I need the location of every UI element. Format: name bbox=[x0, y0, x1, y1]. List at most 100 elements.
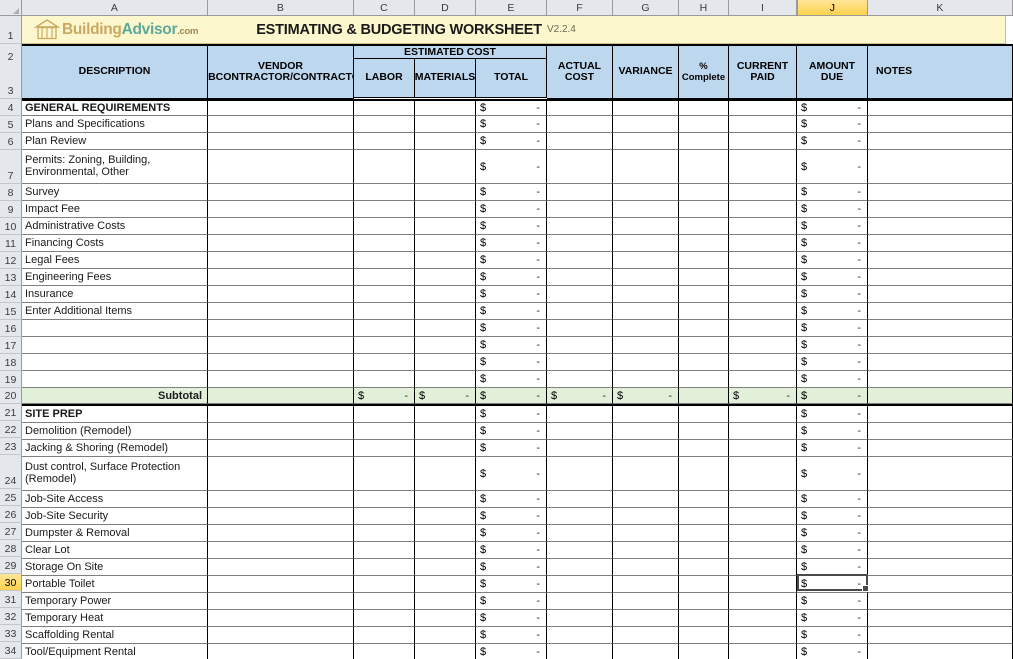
cell-j-amount[interactable]: $- bbox=[797, 457, 868, 491]
header-notes[interactable]: NOTES bbox=[868, 44, 1013, 99]
header-vendor[interactable]: VENDOR SUBCONTRACTOR/CONTRACTOR bbox=[208, 44, 354, 99]
cell-c[interactable] bbox=[354, 491, 415, 508]
cell-h[interactable] bbox=[679, 440, 729, 457]
cell-f[interactable] bbox=[547, 406, 613, 423]
cell-g[interactable] bbox=[613, 440, 679, 457]
cell-e-amount[interactable]: $- bbox=[476, 457, 547, 491]
cell-f[interactable] bbox=[547, 440, 613, 457]
cell-f[interactable] bbox=[547, 354, 613, 371]
cell-f[interactable] bbox=[547, 542, 613, 559]
header-amount-due[interactable]: AMOUNT DUE bbox=[797, 44, 868, 99]
cell-j-amount[interactable]: $- bbox=[797, 406, 868, 423]
cell-f[interactable] bbox=[547, 303, 613, 320]
cell-g-amount[interactable]: $- bbox=[613, 388, 679, 404]
cell-d[interactable] bbox=[415, 218, 476, 235]
cell-b[interactable] bbox=[208, 184, 354, 201]
row-header-21[interactable]: 21 bbox=[0, 404, 22, 421]
cell-i[interactable] bbox=[729, 354, 797, 371]
row-description[interactable]: Dumpster & Removal bbox=[22, 525, 208, 542]
cell-d-amount[interactable]: $- bbox=[415, 388, 476, 404]
row-header-14[interactable]: 14 bbox=[0, 286, 22, 303]
cell-h[interactable] bbox=[679, 610, 729, 627]
cell-i[interactable] bbox=[729, 457, 797, 491]
row-description[interactable] bbox=[22, 337, 208, 354]
cell-h[interactable] bbox=[679, 218, 729, 235]
cell-j-amount[interactable]: $- bbox=[797, 508, 868, 525]
row-description[interactable]: Storage On Site bbox=[22, 559, 208, 576]
cell-g[interactable] bbox=[613, 371, 679, 388]
cell-f[interactable] bbox=[547, 559, 613, 576]
cell-i[interactable] bbox=[729, 644, 797, 659]
cell-e-amount[interactable]: $- bbox=[476, 491, 547, 508]
row-description[interactable]: Survey bbox=[22, 184, 208, 201]
cell-b[interactable] bbox=[208, 235, 354, 252]
cell-j-amount[interactable]: $- bbox=[797, 354, 868, 371]
cell-j-amount[interactable]: $- bbox=[797, 423, 868, 440]
cell-f[interactable] bbox=[547, 269, 613, 286]
cell-e-amount[interactable]: $- bbox=[476, 610, 547, 627]
cell-d[interactable] bbox=[415, 337, 476, 354]
cell-g[interactable] bbox=[613, 610, 679, 627]
cell-j-amount[interactable]: $- bbox=[797, 491, 868, 508]
cell-i[interactable] bbox=[729, 133, 797, 150]
cell-b[interactable] bbox=[208, 116, 354, 133]
cell-g[interactable] bbox=[613, 269, 679, 286]
cell-d[interactable] bbox=[415, 508, 476, 525]
cell-f[interactable] bbox=[547, 610, 613, 627]
cell-g[interactable] bbox=[613, 201, 679, 218]
cell-h[interactable] bbox=[679, 133, 729, 150]
cell-j-amount[interactable]: $- bbox=[797, 610, 868, 627]
cell-e-amount[interactable]: $- bbox=[476, 133, 547, 150]
cell-j-amount[interactable]: $- bbox=[797, 252, 868, 269]
cell-f[interactable] bbox=[547, 286, 613, 303]
cell-d[interactable] bbox=[415, 627, 476, 644]
header-materials[interactable]: MATERIALS bbox=[415, 59, 476, 98]
row-header-9[interactable]: 9 bbox=[0, 201, 22, 218]
cell-j-amount[interactable]: $- bbox=[797, 559, 868, 576]
cell-e-amount[interactable]: $- bbox=[476, 269, 547, 286]
cell-c-amount[interactable]: $- bbox=[354, 388, 415, 404]
column-header-d[interactable]: D bbox=[415, 0, 476, 15]
cell-b[interactable] bbox=[208, 457, 354, 491]
header-estimated-cost-group[interactable]: ESTIMATED COST bbox=[354, 44, 547, 59]
cell-g[interactable] bbox=[613, 644, 679, 659]
cell-k[interactable] bbox=[868, 286, 1013, 303]
cell-b[interactable] bbox=[208, 150, 354, 184]
cell-d[interactable] bbox=[415, 406, 476, 423]
cell-i[interactable] bbox=[729, 542, 797, 559]
cell-f[interactable] bbox=[547, 593, 613, 610]
row-description[interactable]: Engineering Fees bbox=[22, 269, 208, 286]
cell-j-amount[interactable]: $- bbox=[797, 576, 868, 593]
row-description[interactable]: Temporary Power bbox=[22, 593, 208, 610]
cell-g[interactable] bbox=[613, 406, 679, 423]
cell-h[interactable] bbox=[679, 235, 729, 252]
cell-j-amount[interactable]: $- bbox=[797, 116, 868, 133]
cell-f[interactable] bbox=[547, 184, 613, 201]
column-header-i[interactable]: I bbox=[729, 0, 797, 15]
row-description[interactable]: Insurance bbox=[22, 286, 208, 303]
cell-b[interactable] bbox=[208, 423, 354, 440]
cell-g[interactable] bbox=[613, 508, 679, 525]
row-header-2[interactable]: 2 bbox=[0, 44, 22, 64]
cell-b[interactable] bbox=[208, 576, 354, 593]
cell-b[interactable] bbox=[208, 491, 354, 508]
cell-f[interactable] bbox=[547, 218, 613, 235]
cell-i[interactable] bbox=[729, 593, 797, 610]
cell-e-amount[interactable]: $- bbox=[476, 388, 547, 404]
cell-k[interactable] bbox=[868, 201, 1013, 218]
cell-i[interactable] bbox=[729, 218, 797, 235]
cell-b[interactable] bbox=[208, 388, 354, 404]
cell-h[interactable] bbox=[679, 99, 729, 116]
cell-i[interactable] bbox=[729, 423, 797, 440]
cell-i[interactable] bbox=[729, 440, 797, 457]
row-description[interactable]: Legal Fees bbox=[22, 252, 208, 269]
header-variance[interactable]: VARIANCE bbox=[613, 44, 679, 99]
cell-k[interactable] bbox=[868, 320, 1013, 337]
cell-e-amount[interactable]: $- bbox=[476, 99, 547, 116]
cell-h[interactable] bbox=[679, 423, 729, 440]
row-header-22[interactable]: 22 bbox=[0, 421, 22, 438]
cell-d[interactable] bbox=[415, 150, 476, 184]
row-header-17[interactable]: 17 bbox=[0, 337, 22, 354]
cell-d[interactable] bbox=[415, 525, 476, 542]
row-description[interactable]: Plan Review bbox=[22, 133, 208, 150]
